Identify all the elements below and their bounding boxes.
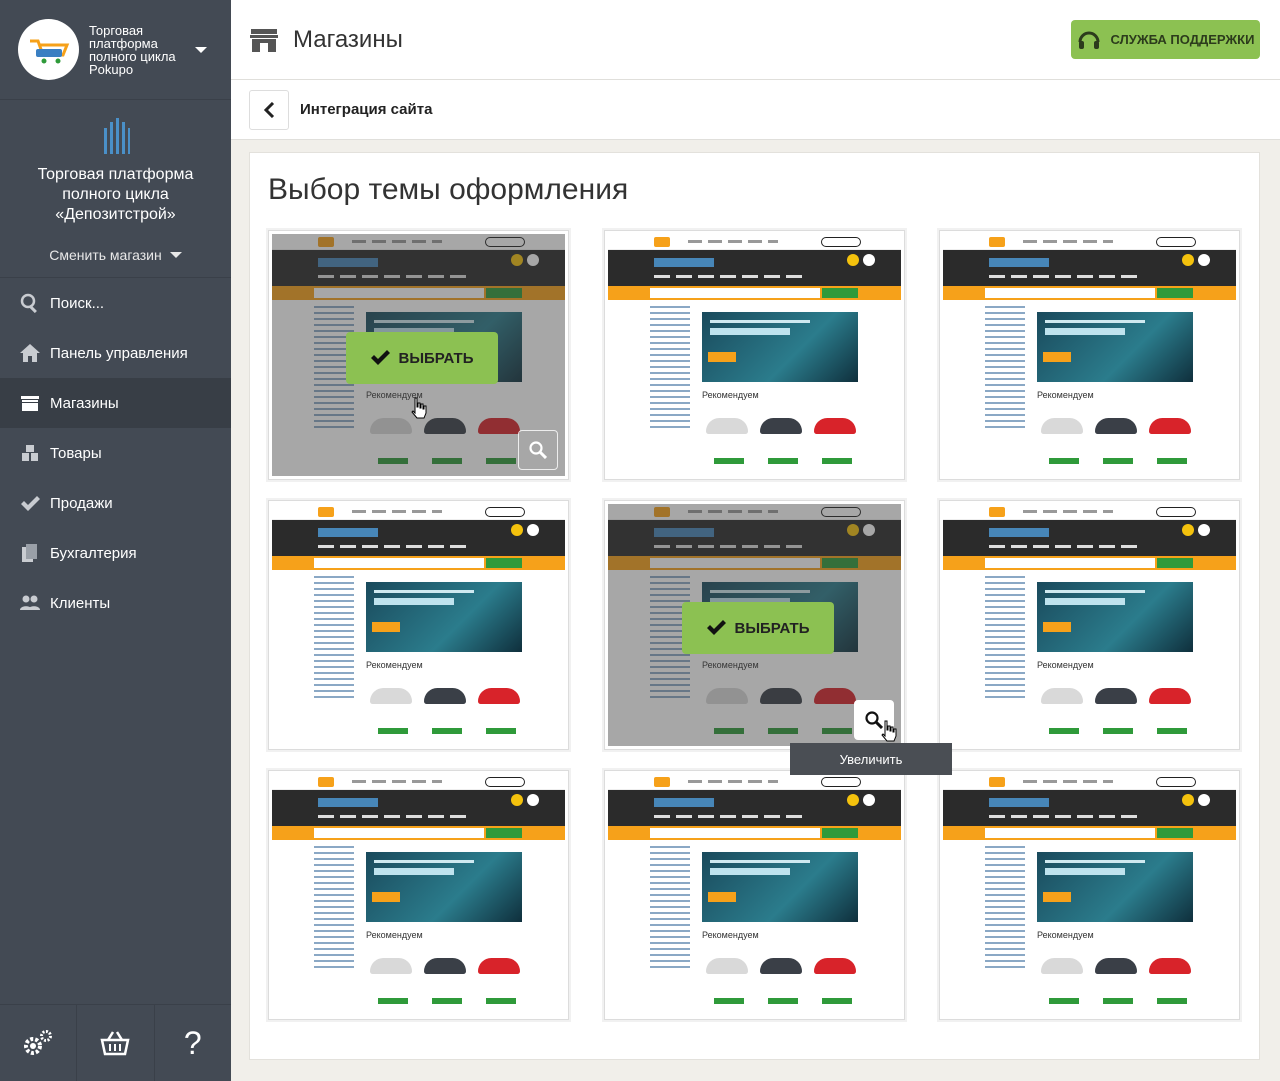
theme-preview: Рекомендуем (272, 774, 565, 1016)
nav-accounting-label: Бухгалтерия (50, 544, 137, 562)
preview-rec-label: Рекомендуем (1037, 660, 1094, 670)
preview-rec-label: Рекомендуем (1037, 390, 1094, 400)
preview-rec-label: Рекомендуем (702, 930, 759, 940)
check-icon (707, 620, 727, 635)
check-icon (371, 350, 391, 365)
nav-products-label: Товары (50, 444, 102, 462)
nav-accounting[interactable]: Бухгалтерия (0, 528, 231, 578)
zoom-tooltip: Увеличить (790, 743, 952, 775)
chevron-down-icon (169, 252, 182, 258)
theme-preview: Рекомендуем (943, 774, 1236, 1016)
headset-icon (1078, 31, 1100, 49)
theme-thumbnail[interactable]: Рекомендуем (939, 770, 1240, 1020)
preview-rec-label: Рекомендуем (366, 930, 423, 940)
nav-search-label: Поиск... (50, 294, 105, 312)
theme-thumbnail[interactable]: Рекомендуем (268, 770, 569, 1020)
boxes-icon (22, 445, 38, 461)
search-icon (20, 293, 37, 313)
theme-preview: Рекомендуем (608, 234, 901, 476)
question-icon: ? (183, 1024, 202, 1061)
preview-rec-label: Рекомендуем (702, 390, 759, 400)
nav-stores-label: Магазины (50, 394, 119, 412)
home-icon (20, 344, 40, 362)
gears-icon (24, 1030, 53, 1055)
users-icon (20, 595, 40, 610)
support-button[interactable]: СЛУЖБА ПОДДЕРЖКИ (1071, 20, 1260, 59)
back-button[interactable] (249, 89, 289, 130)
org-switcher[interactable]: Торговая платформа полного цикла Pokupo (0, 0, 231, 100)
select-theme-label: ВЫБРАТЬ (734, 619, 810, 637)
theme-thumbnail[interactable]: Рекомендуем ВЫБРАТЬ (268, 230, 569, 480)
org-name: Торговая платформа полного цикла Pokupo (89, 22, 176, 77)
nav-clients-label: Клиенты (50, 594, 111, 612)
check-icon (21, 496, 40, 511)
theme-thumbnail[interactable]: Рекомендуем (939, 500, 1240, 750)
section-title: Интеграция сайта (300, 101, 433, 118)
theme-thumbnail[interactable]: Рекомендуем ВЫБРАТЬ (604, 500, 905, 750)
page-header: Магазины СЛУЖБА ПОДДЕРЖКИ (231, 0, 1280, 80)
theme-picker-heading: Выбор темы оформления (268, 173, 629, 206)
store-icon (21, 396, 39, 411)
sub-header: Интеграция сайта (231, 80, 1280, 140)
select-theme-label: ВЫБРАТЬ (398, 349, 474, 367)
pokupo-logo (18, 19, 79, 80)
theme-preview: Рекомендуем (608, 774, 901, 1016)
theme-thumbnail[interactable]: Рекомендуем (604, 230, 905, 480)
basket-icon (100, 1031, 131, 1056)
documents-icon (22, 544, 37, 562)
theme-thumbnail[interactable]: Рекомендуем (604, 770, 905, 1020)
select-theme-button[interactable]: ВЫБРАТЬ (346, 332, 498, 384)
theme-thumbnail[interactable]: Рекомендуем (939, 230, 1240, 480)
zoom-theme-button[interactable] (518, 430, 558, 470)
theme-preview: Рекомендуем (943, 504, 1236, 746)
hand-cursor-icon (881, 720, 897, 742)
basket-button[interactable] (77, 1005, 155, 1081)
hand-cursor-icon (411, 397, 427, 419)
theme-hover-overlay: ВЫБРАТЬ (608, 504, 901, 746)
switch-store-label: Сменить магазин (49, 247, 162, 263)
nav-clients[interactable]: Клиенты (0, 578, 231, 628)
store-name: Торговая платформа полного цикла «Депози… (37, 166, 194, 223)
nav-products[interactable]: Товары (0, 428, 231, 478)
store-icon (250, 28, 278, 52)
nav-search[interactable]: Поиск... (0, 278, 231, 328)
switch-store-button[interactable]: Сменить магазин (0, 247, 231, 263)
settings-button[interactable] (0, 1005, 78, 1081)
magnifier-icon (529, 441, 547, 459)
theme-preview: Рекомендуем (943, 234, 1236, 476)
sidebar: Торговая платформа полного цикла Pokupo … (0, 0, 231, 1081)
theme-preview: Рекомендуем (272, 504, 565, 746)
preview-rec-label: Рекомендуем (1037, 930, 1094, 940)
chevron-down-icon[interactable] (195, 46, 207, 53)
help-button[interactable]: ? (155, 1005, 231, 1081)
nav-sales-label: Продажи (50, 494, 113, 512)
sidebar-footer: ? (0, 1004, 231, 1081)
support-label: СЛУЖБА ПОДДЕРЖКИ (1110, 32, 1255, 47)
preview-rec-label: Рекомендуем (366, 660, 423, 670)
page-title: Магазины (293, 25, 403, 53)
chevron-left-icon (263, 101, 275, 118)
nav-sales[interactable]: Продажи (0, 478, 231, 528)
current-store: Торговая платформа полного цикла «Депози… (0, 100, 231, 278)
select-theme-button[interactable]: ВЫБРАТЬ (682, 602, 834, 654)
nav-stores[interactable]: Магазины (0, 378, 231, 428)
nav-dashboard-label: Панель управления (50, 344, 188, 362)
theme-thumbnail[interactable]: Рекомендуем (268, 500, 569, 750)
nav-dashboard[interactable]: Панель управления (0, 328, 231, 378)
store-logo-icon (103, 118, 130, 154)
theme-hover-overlay: ВЫБРАТЬ (272, 234, 565, 476)
